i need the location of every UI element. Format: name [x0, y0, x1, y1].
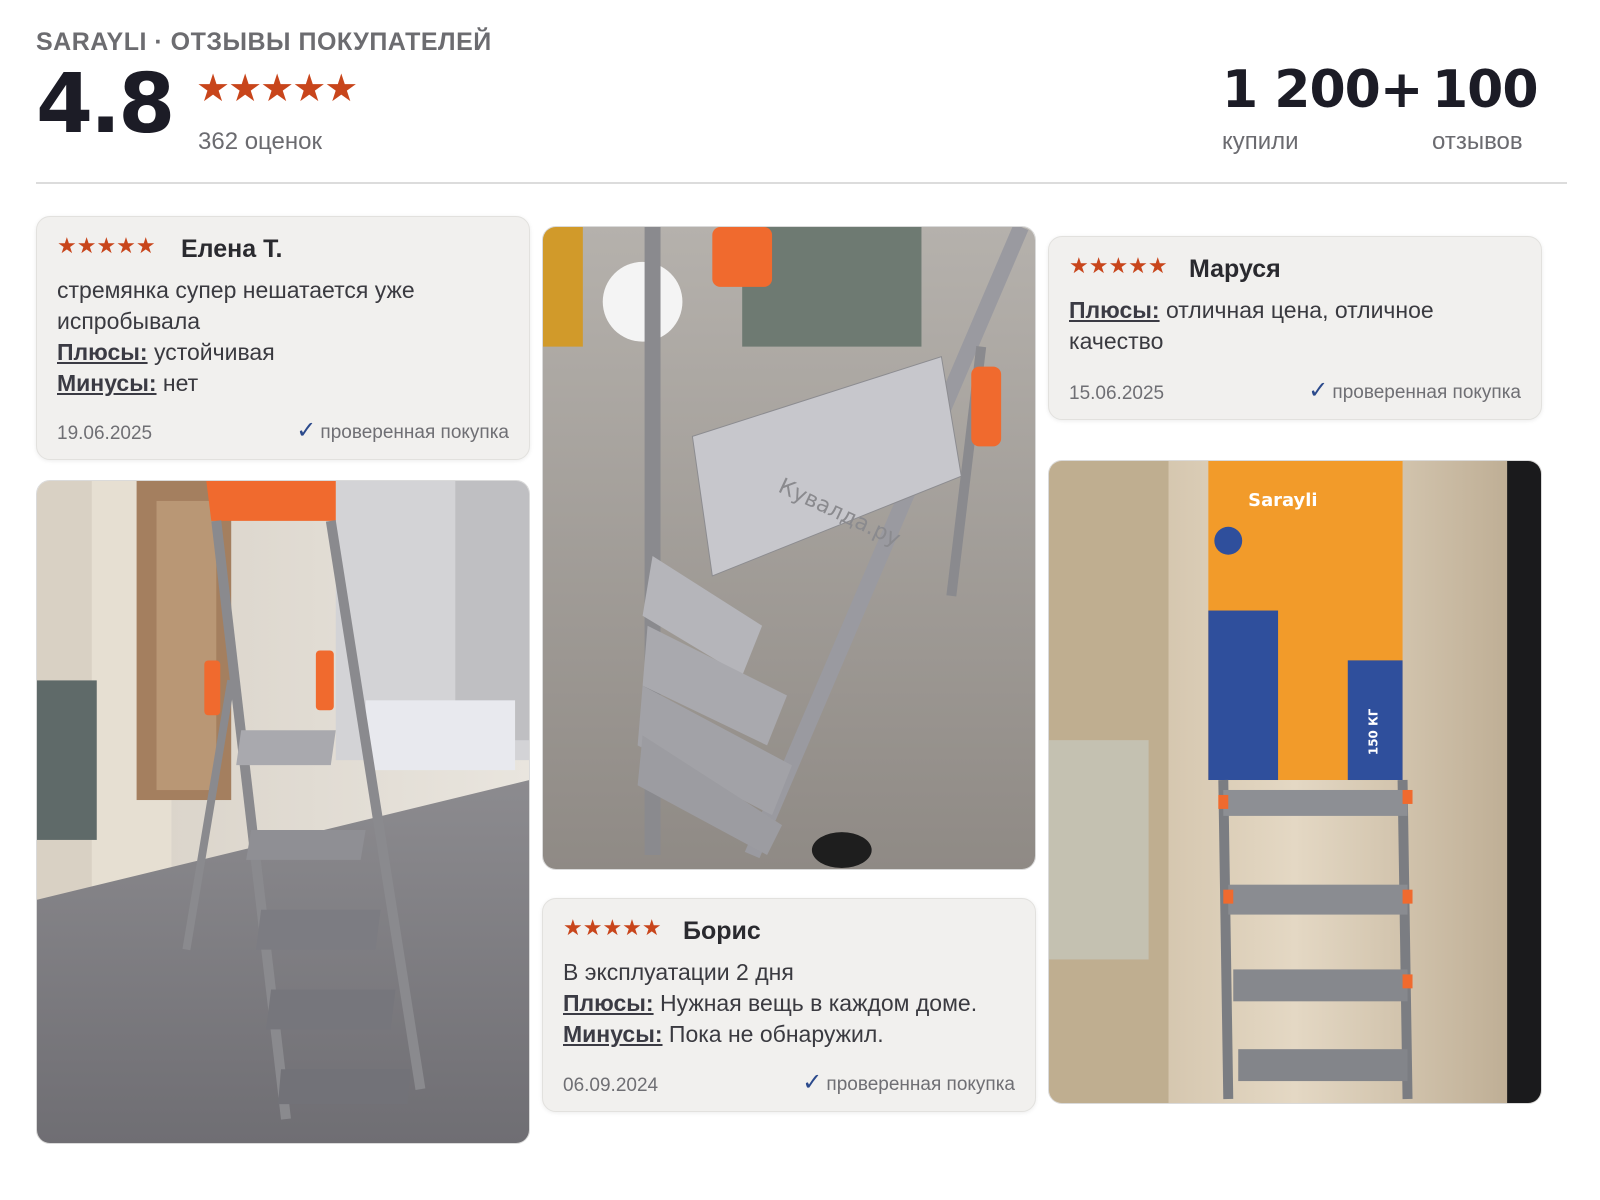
- checkmark-icon: ✓: [1308, 377, 1329, 404]
- pros-text: Нужная вещь в каждом доме.: [659, 990, 978, 1016]
- review-author: Маруся: [1189, 255, 1281, 283]
- review-card[interactable]: ★★★★★ Маруся Плюсы: отличная цена, отлич…: [1048, 236, 1542, 420]
- review-body: Плюсы: отличная цена, отличное качество: [1069, 295, 1525, 357]
- cons-label: Минусы:: [563, 1021, 663, 1047]
- verified-badge: ✓ проверенная покупка: [1308, 376, 1521, 405]
- package-brand-text: Sarayli: [1248, 490, 1317, 511]
- verified-badge: ✓ проверенная покупка: [802, 1068, 1015, 1097]
- ratings-count: 362 оценок: [198, 128, 322, 155]
- review-date: 06.09.2024: [563, 1075, 659, 1096]
- pros-label: Плюсы:: [1069, 297, 1160, 323]
- review-date: 15.06.2025: [1069, 383, 1165, 404]
- rating-stars-icon: ★★★★★: [196, 68, 358, 110]
- cons-text: нет: [162, 370, 199, 396]
- cons-label: Минусы:: [57, 370, 157, 396]
- review-photo[interactable]: Кувалда.ру: [542, 226, 1036, 870]
- header-divider: [36, 182, 1567, 184]
- review-author: Елена Т.: [181, 235, 283, 263]
- review-photo[interactable]: [36, 480, 530, 1144]
- review-stars-icon: ★★★★★: [57, 233, 156, 258]
- review-author: Борис: [683, 917, 761, 945]
- review-photo[interactable]: Sarayli 150 КГ: [1048, 460, 1542, 1104]
- pros-label: Плюсы:: [563, 990, 654, 1016]
- review-cons: Минусы: Пока не обнаружил.: [563, 1019, 1019, 1050]
- review-text: стремянка супер нешатается уже испробыва…: [57, 277, 415, 334]
- review-body: стремянка супер нешатается уже испробыва…: [57, 275, 513, 399]
- reviews-header: SARAYLI · ОТЗЫВЫ ПОКУПАТЕЛЕЙ 4.8 ★★★★★ 3…: [36, 24, 1566, 184]
- pros-text: устойчивая: [153, 339, 275, 365]
- review-card[interactable]: ★★★★★ Борис В эксплуатации 2 дня Плюсы: …: [542, 898, 1036, 1112]
- review-stars-icon: ★★★★★: [1069, 253, 1168, 278]
- average-rating: 4.8: [36, 57, 175, 152]
- reviews-stat[interactable]: 100 отзывов: [1432, 60, 1539, 156]
- verified-badge: ✓ проверенная покупка: [296, 416, 509, 445]
- review-body: В эксплуатации 2 дня Плюсы: Нужная вещь …: [563, 957, 1019, 1050]
- review-stars-icon: ★★★★★: [563, 915, 662, 940]
- ladder-photo-image: [37, 481, 529, 1143]
- review-card[interactable]: ★★★★★ Елена Т. стремянка супер нешатаетс…: [36, 216, 530, 460]
- package-load-text: 150 КГ: [1367, 708, 1381, 755]
- steps-photo-image: Кувалда.ру: [543, 227, 1035, 869]
- review-pros: Плюсы: отличная цена, отличное качество: [1069, 295, 1525, 357]
- checkmark-icon: ✓: [296, 417, 317, 444]
- review-cons: Минусы: нет: [57, 368, 513, 399]
- bought-value: 1 200+: [1222, 60, 1423, 120]
- package-photo-image: Sarayli 150 КГ: [1049, 461, 1541, 1103]
- verified-label: проверенная покупка: [1332, 382, 1521, 403]
- reviews-label: отзывов: [1432, 128, 1523, 155]
- bought-stat: 1 200+ купили: [1222, 60, 1423, 156]
- verified-label: проверенная покупка: [826, 1074, 1015, 1095]
- bought-label: купили: [1222, 128, 1299, 155]
- reviews-value: 100: [1432, 60, 1539, 120]
- brand-title: SARAYLI · ОТЗЫВЫ ПОКУПАТЕЛЕЙ: [36, 28, 492, 56]
- review-pros: Плюсы: устойчивая: [57, 337, 513, 368]
- checkmark-icon: ✓: [802, 1069, 823, 1096]
- cons-text: Пока не обнаружил.: [668, 1021, 884, 1047]
- review-text: В эксплуатации 2 дня: [563, 959, 794, 985]
- review-date: 19.06.2025: [57, 423, 153, 444]
- verified-label: проверенная покупка: [320, 422, 509, 443]
- review-pros: Плюсы: Нужная вещь в каждом доме.: [563, 988, 1019, 1019]
- pros-label: Плюсы:: [57, 339, 148, 365]
